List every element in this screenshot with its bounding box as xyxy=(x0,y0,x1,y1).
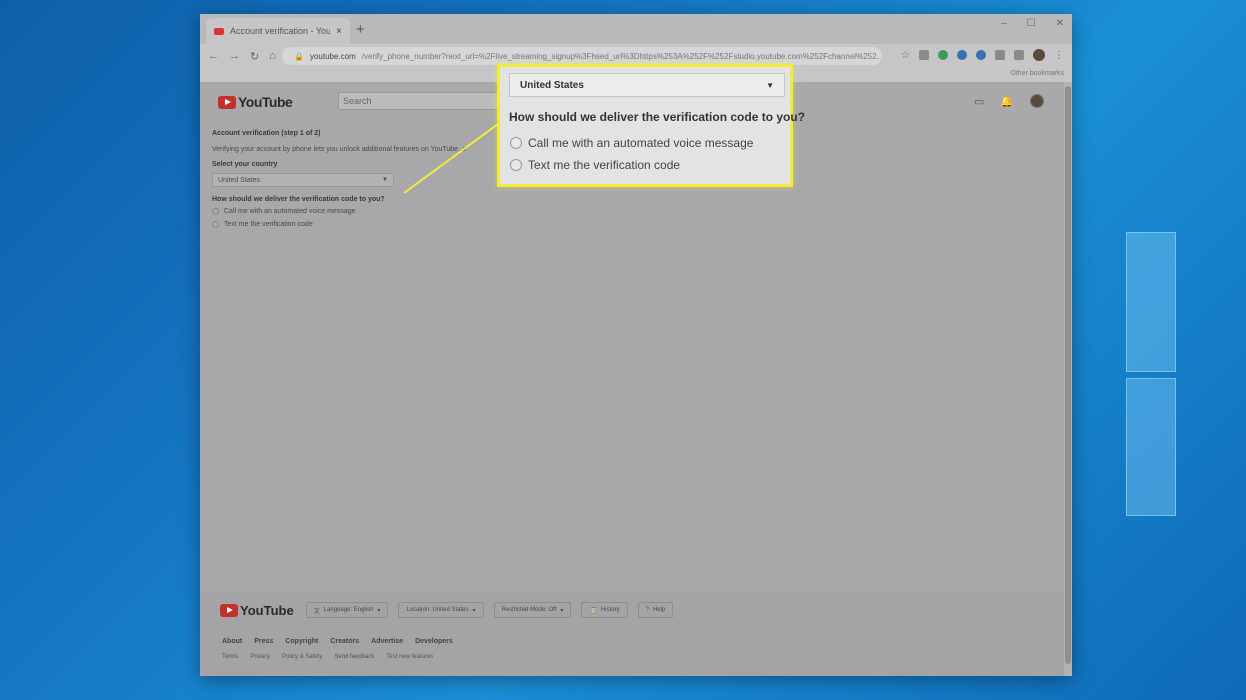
highlight-callout: United States ▼ How should we deliver th… xyxy=(497,64,805,187)
callout-text-option[interactable]: Text me the verification code xyxy=(510,158,680,172)
radio-button-icon[interactable] xyxy=(510,137,522,149)
callout-question: How should we deliver the verification c… xyxy=(509,110,806,124)
callout-voice-option[interactable]: Call me with an automated voice message xyxy=(510,136,753,150)
chevron-down-icon: ▼ xyxy=(766,81,774,90)
callout-country-select[interactable]: United States ▼ xyxy=(509,73,785,97)
radio-button-icon[interactable] xyxy=(510,159,522,171)
callout-voice-label: Call me with an automated voice message xyxy=(528,136,754,150)
callout-country-value: United States xyxy=(520,80,584,91)
callout-text-label: Text me the verification code xyxy=(528,158,681,172)
desktop-background: Account verification - YouTube × + – ☐ ✕… xyxy=(0,0,1246,700)
